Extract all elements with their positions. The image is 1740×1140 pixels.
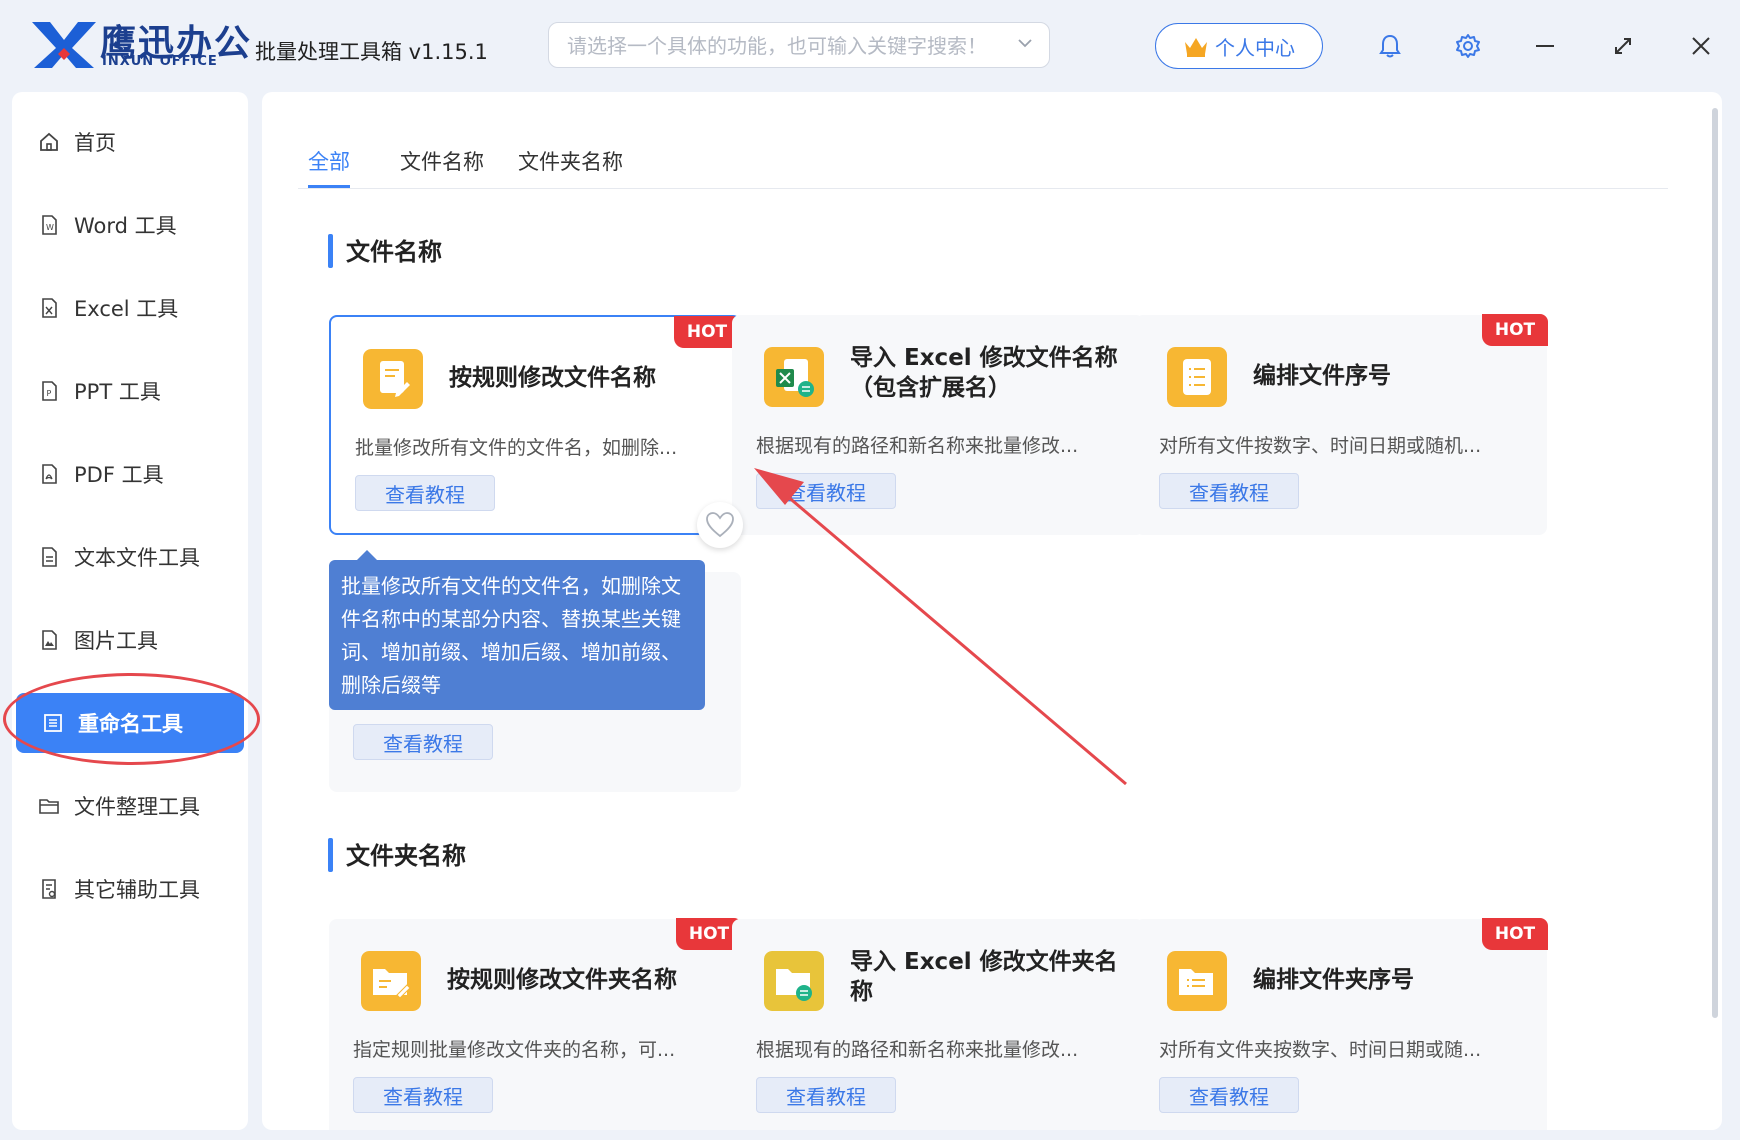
tab-folder-name[interactable]: 文件夹名称 [518,144,623,188]
view-tutorial-button[interactable]: 查看教程 [1159,1077,1299,1113]
view-tutorial-button[interactable]: 查看教程 [353,724,493,760]
tool-card-rename-folder-by-rule[interactable]: 按规则修改文件夹名称 指定规则批量修改文件夹的名称，可... 查看教程 HOT [329,918,742,1130]
search-input[interactable] [565,31,989,61]
close-icon[interactable] [1683,28,1719,64]
scrollbar[interactable] [1712,108,1718,1018]
folder-icon [39,799,59,814]
brand-name-en: INXUN OFFICE [102,54,218,69]
edit-document-icon [363,349,423,409]
sidebar-item-label: 首页 [74,131,116,155]
crown-icon [1185,38,1207,57]
view-tutorial-button[interactable]: 查看教程 [756,473,896,509]
hot-badge: HOT [674,316,740,348]
sidebar-item-ppt[interactable]: P PPT 工具 [12,361,248,421]
title-bar: 鹰迅办公 INXUN OFFICE 批量处理工具箱 v1.15.1 个人中心 [0,0,1740,90]
misc-tools-icon [42,879,56,899]
sidebar-item-excel[interactable]: Excel 工具 [12,278,248,338]
sidebar-item-label: Word 工具 [74,214,177,238]
tab-all[interactable]: 全部 [308,144,350,188]
sidebar-item-word[interactable]: W Word 工具 [12,195,248,255]
tool-card-excel-rename-folder[interactable]: 导入 Excel 修改文件夹名称 根据现有的路径和新名称来批量修改... 查看教… [732,919,1144,1130]
app-title: 批量处理工具箱 v1.15.1 [255,40,488,64]
excel-file-icon [42,298,57,318]
home-icon [40,132,58,151]
card-description: 根据现有的路径和新名称来批量修改... [756,1039,1079,1061]
card-tooltip: 批量修改所有文件的文件名，如删除文件名称中的某部分内容、替换某些关键词、增加前缀… [329,550,705,710]
svg-text:W: W [46,223,54,232]
search-box[interactable] [548,22,1050,68]
card-description: 根据现有的路径和新名称来批量修改... [756,435,1079,457]
sidebar-item-home[interactable]: 首页 [12,112,248,172]
sidebar-item-label: 文本文件工具 [74,546,200,570]
sidebar-item-pdf[interactable]: PDF 工具 [12,444,248,504]
app-window: 鹰迅办公 INXUN OFFICE 批量处理工具箱 v1.15.1 个人中心 [0,0,1740,1140]
view-tutorial-button[interactable]: 查看教程 [353,1077,493,1113]
sidebar-item-rename[interactable]: 重命名工具 [16,693,244,753]
view-tutorial-button[interactable]: 查看教程 [355,475,495,511]
sidebar-item-label: 重命名工具 [78,712,183,736]
sidebar-item-label: Excel 工具 [74,297,179,321]
card-title: 编排文件序号 [1253,363,1391,389]
sidebar-item-image[interactable]: 图片工具 [12,610,248,670]
sidebar-item-misc-tools[interactable]: 其它辅助工具 [12,859,248,919]
tool-card-excel-rename-file[interactable]: 导入 Excel 修改文件名称（包含扩展名） 根据现有的路径和新名称来批量修改.… [732,315,1144,535]
card-title: 按规则修改文件夹名称 [447,967,677,993]
card-description: 对所有文件按数字、时间日期或随机... [1159,435,1482,457]
tool-card-file-sequence[interactable]: 编排文件序号 对所有文件按数字、时间日期或随机... 查看教程 HOT [1135,314,1548,535]
tab-bar: 全部 文件名称 文件夹名称 [298,144,1668,189]
maximize-icon[interactable] [1605,28,1641,64]
text-file-icon [42,547,57,567]
image-file-icon [42,630,57,650]
favorite-heart-icon[interactable] [697,502,743,548]
hot-badge: HOT [1482,918,1548,950]
sidebar-item-label: 其它辅助工具 [74,878,200,902]
settings-gear-icon[interactable] [1450,28,1486,64]
word-file-icon: W [42,215,57,235]
tab-file-name[interactable]: 文件名称 [400,144,484,188]
folder-import-icon [764,951,824,1011]
view-tutorial-button[interactable]: 查看教程 [1159,473,1299,509]
sidebar-item-label: 图片工具 [74,629,158,653]
hot-badge: HOT [1482,314,1548,346]
card-title: 按规则修改文件名称 [449,365,656,391]
card-description: 指定规则批量修改文件夹的名称，可... [353,1039,676,1061]
sidebar-item-file-organize[interactable]: 文件整理工具 [12,776,248,836]
section-title-folder-name: 文件夹名称 [328,836,466,872]
brand-logo-icon [32,22,96,68]
chevron-down-icon[interactable] [1015,33,1035,53]
minimize-icon[interactable] [1527,28,1563,64]
sidebar-item-label: PDF 工具 [74,463,164,487]
rename-icon [44,714,62,732]
user-center-label: 个人中心 [1215,35,1295,60]
sidebar-item-label: PPT 工具 [74,380,161,404]
section-title-file-name: 文件名称 [328,232,442,268]
numbered-list-icon [1167,347,1227,407]
sidebar: 首页 W Word 工具 Excel 工具 P PPT 工具 PDF 工具 文本… [12,92,248,1130]
card-title: 导入 Excel 修改文件名称（包含扩展名） [850,345,1118,401]
sidebar-item-text-file[interactable]: 文本文件工具 [12,527,248,587]
card-description: 批量修改所有文件的文件名，如删除... [355,437,678,459]
edit-folder-icon [361,951,421,1011]
folder-numbered-icon [1167,951,1227,1011]
card-description: 对所有文件夹按数字、时间日期或随... [1159,1039,1482,1061]
excel-import-icon [764,347,824,407]
card-title: 导入 Excel 修改文件夹名称 [850,949,1118,1005]
tool-card-folder-sequence[interactable]: 编排文件夹序号 对所有文件夹按数字、时间日期或随... 查看教程 HOT [1135,918,1548,1130]
view-tutorial-button[interactable]: 查看教程 [756,1077,896,1113]
ppt-file-icon: P [42,381,57,401]
svg-text:P: P [47,389,52,398]
sidebar-item-label: 文件整理工具 [74,795,200,819]
tool-card-rename-by-rule[interactable]: 按规则修改文件名称 批量修改所有文件的文件名，如删除... 查看教程 HOT [329,315,741,535]
pdf-file-icon [42,464,57,484]
user-center-button[interactable]: 个人中心 [1155,23,1323,69]
notification-bell-icon[interactable] [1372,28,1408,64]
card-title: 编排文件夹序号 [1253,967,1414,993]
